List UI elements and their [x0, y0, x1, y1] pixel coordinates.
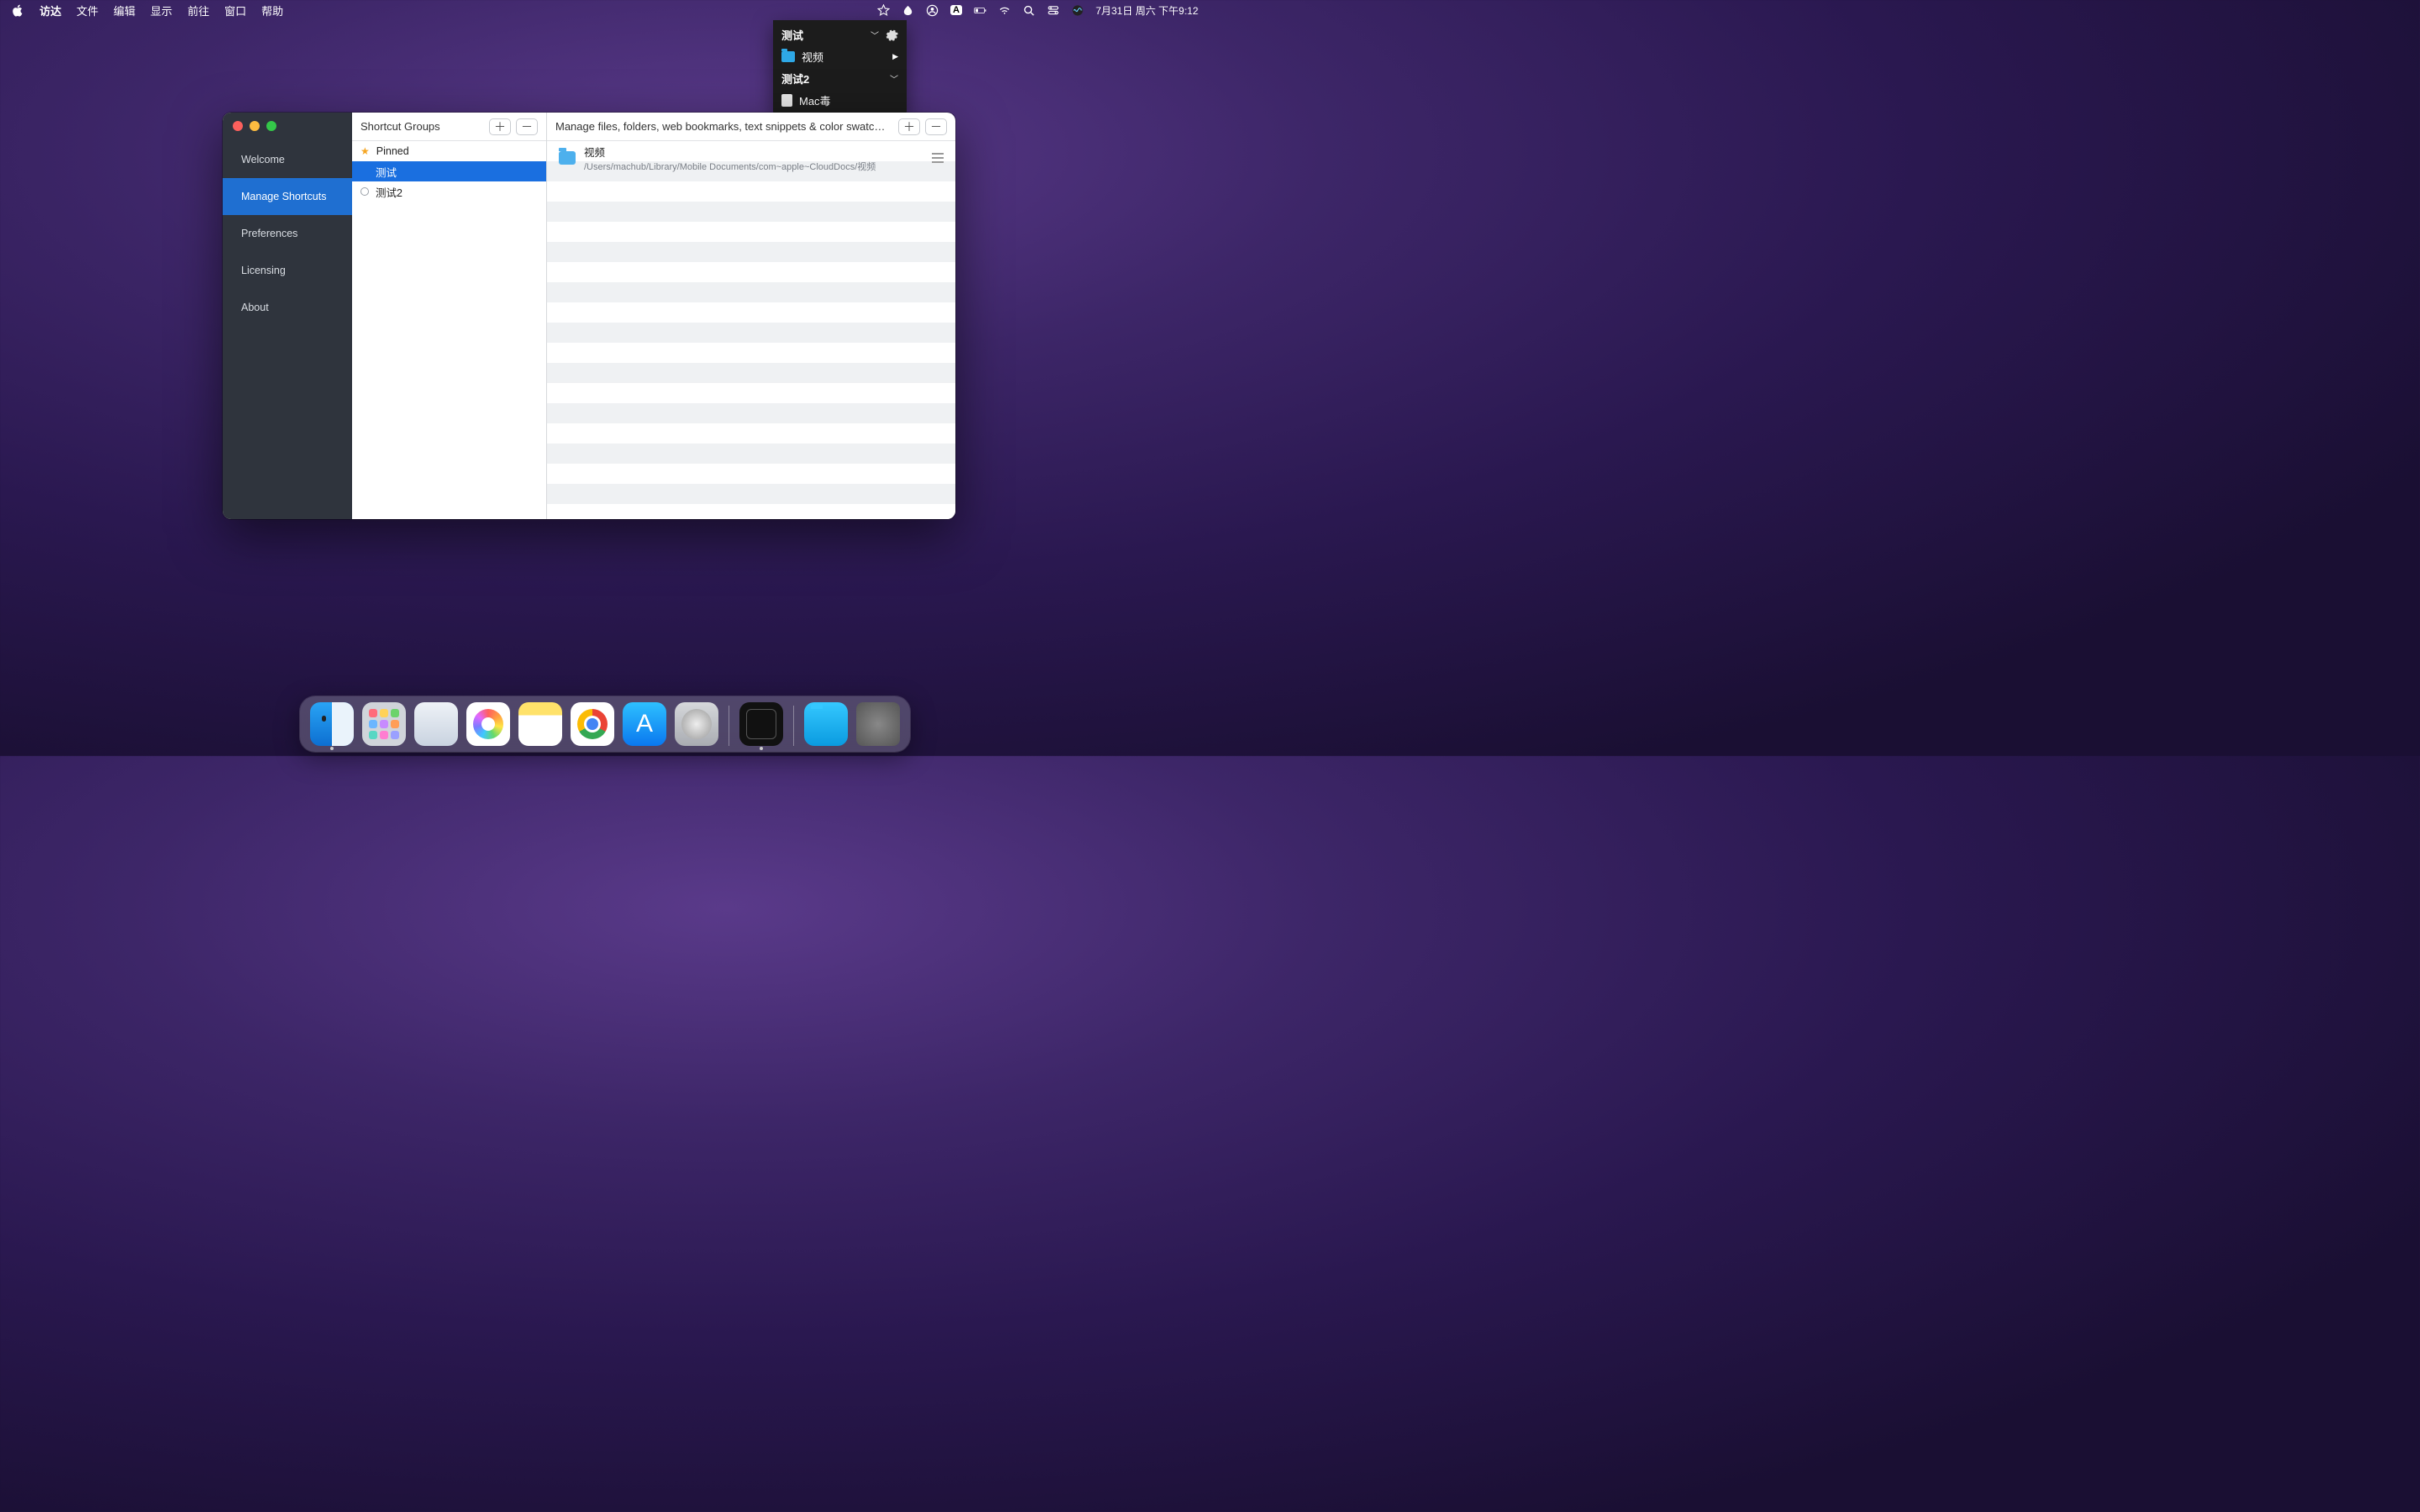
- dock: A: [300, 696, 910, 752]
- play-icon: ▶: [892, 52, 898, 61]
- menu-go[interactable]: 前往: [187, 3, 209, 18]
- window-traffic-lights: [223, 113, 352, 141]
- star-icon[interactable]: [877, 4, 890, 17]
- chevron-down-icon: ﹀: [871, 29, 879, 41]
- menu-window[interactable]: 窗口: [224, 3, 246, 18]
- dropdown-group-1-label: 测试: [781, 27, 864, 43]
- menubar-app-name[interactable]: 访达: [39, 3, 61, 18]
- dock-app-chrome[interactable]: [571, 702, 614, 746]
- siri-icon[interactable]: [1071, 4, 1084, 17]
- close-button[interactable]: [233, 121, 243, 131]
- dropdown-item-macdo[interactable]: Mac毒: [773, 89, 907, 111]
- remove-group-button[interactable]: －: [516, 118, 538, 135]
- groups-panel-title: Shortcut Groups: [360, 120, 484, 133]
- group-row-label: 测试: [376, 164, 397, 180]
- remove-item-button[interactable]: －: [925, 118, 947, 135]
- list-item-path: /Users/machub/Library/Mobile Documents/c…: [584, 160, 876, 173]
- folder-icon: [781, 51, 795, 62]
- dock-folder-downloads[interactable]: [804, 702, 848, 746]
- window-sidebar: Welcome Manage Shortcuts Preferences Lic…: [223, 113, 352, 519]
- wifi-icon[interactable]: [998, 4, 1011, 17]
- shortcut-groups-panel: Shortcut Groups ＋ － ★ Pinned 测试 测试2: [352, 113, 547, 519]
- chevron-down-icon: ﹀: [890, 72, 898, 85]
- dock-app-safari[interactable]: [414, 702, 458, 746]
- user-icon[interactable]: [926, 4, 939, 17]
- apple-menu-icon[interactable]: [12, 4, 24, 17]
- app-window: Welcome Manage Shortcuts Preferences Lic…: [223, 113, 955, 519]
- sidebar-item-welcome[interactable]: Welcome: [223, 141, 352, 178]
- star-icon: ★: [360, 145, 370, 157]
- dock-app-photos[interactable]: [466, 702, 510, 746]
- main-panel-title: Manage files, folders, web bookmarks, te…: [555, 120, 893, 133]
- add-item-button[interactable]: ＋: [898, 118, 920, 135]
- add-group-button[interactable]: ＋: [489, 118, 511, 135]
- sidebar-item-shortcuts[interactable]: Manage Shortcuts: [223, 178, 352, 215]
- dropdown-group-2[interactable]: 测试2 ﹀: [773, 67, 907, 89]
- dropdown-item-label: 视频: [802, 49, 886, 65]
- dock-app-launchpad[interactable]: [362, 702, 406, 746]
- menu-help[interactable]: 帮助: [261, 3, 283, 18]
- input-source-badge[interactable]: A: [950, 5, 962, 15]
- sidebar-item-about[interactable]: About: [223, 289, 352, 326]
- menubar-clock[interactable]: 7月31日 周六 下午9:12: [1096, 3, 1198, 18]
- list-stripes: [547, 141, 955, 504]
- menubar: 访达 文件 编辑 显示 前往 窗口 帮助 A 7月31日 周六 下午9:12: [0, 0, 1210, 20]
- main-panel-header: Manage files, folders, web bookmarks, te…: [547, 113, 955, 141]
- groups-list: ★ Pinned 测试 测试2: [352, 141, 546, 519]
- leaf-icon[interactable]: [902, 4, 914, 17]
- folder-icon: [559, 151, 576, 165]
- group-row-label: Pinned: [376, 145, 409, 157]
- menu-file[interactable]: 文件: [76, 3, 98, 18]
- control-center-icon[interactable]: [1047, 4, 1060, 17]
- main-panel: Manage files, folders, web bookmarks, te…: [547, 113, 955, 519]
- list-item[interactable]: 视频 /Users/machub/Library/Mobile Document…: [547, 141, 955, 175]
- dock-app-notes[interactable]: [518, 702, 562, 746]
- list-item-name: 视频: [584, 144, 876, 160]
- dropdown-group-2-label: 测试2: [781, 71, 883, 87]
- group-row-label: 测试2: [376, 184, 402, 200]
- dock-app-settings[interactable]: [675, 702, 718, 746]
- group-row-pinned[interactable]: ★ Pinned: [352, 141, 546, 161]
- dropdown-item-videos[interactable]: 视频 ▶: [773, 45, 907, 67]
- dock-app-appstore[interactable]: A: [623, 702, 666, 746]
- dropdown-item-label: Mac毒: [799, 92, 898, 108]
- zoom-button[interactable]: [266, 121, 276, 131]
- gear-icon[interactable]: [886, 29, 898, 41]
- sidebar-item-prefs[interactable]: Preferences: [223, 215, 352, 252]
- menubar-dropdown: 测试 ﹀ 视频 ▶ 测试2 ﹀ Mac毒: [773, 20, 907, 116]
- dock-separator: [793, 706, 794, 746]
- dock-app-finder[interactable]: [310, 702, 354, 746]
- group-row-test2[interactable]: 测试2: [352, 181, 546, 202]
- group-row-test[interactable]: 测试: [352, 161, 546, 181]
- list-view-icon[interactable]: [932, 153, 944, 163]
- sidebar-item-licensing[interactable]: Licensing: [223, 252, 352, 289]
- menu-edit[interactable]: 编辑: [113, 3, 135, 18]
- dock-trash[interactable]: [856, 702, 900, 746]
- battery-icon[interactable]: [974, 4, 986, 17]
- dropdown-group-1[interactable]: 测试 ﹀: [773, 24, 907, 45]
- circle-icon: [360, 187, 369, 196]
- document-icon: [781, 94, 792, 107]
- groups-panel-header: Shortcut Groups ＋ －: [352, 113, 546, 141]
- minimize-button[interactable]: [250, 121, 260, 131]
- spotlight-icon[interactable]: [1023, 4, 1035, 17]
- content-list: 视频 /Users/machub/Library/Mobile Document…: [547, 141, 955, 519]
- dock-app-activity-monitor[interactable]: [739, 702, 783, 746]
- menu-view[interactable]: 显示: [150, 3, 172, 18]
